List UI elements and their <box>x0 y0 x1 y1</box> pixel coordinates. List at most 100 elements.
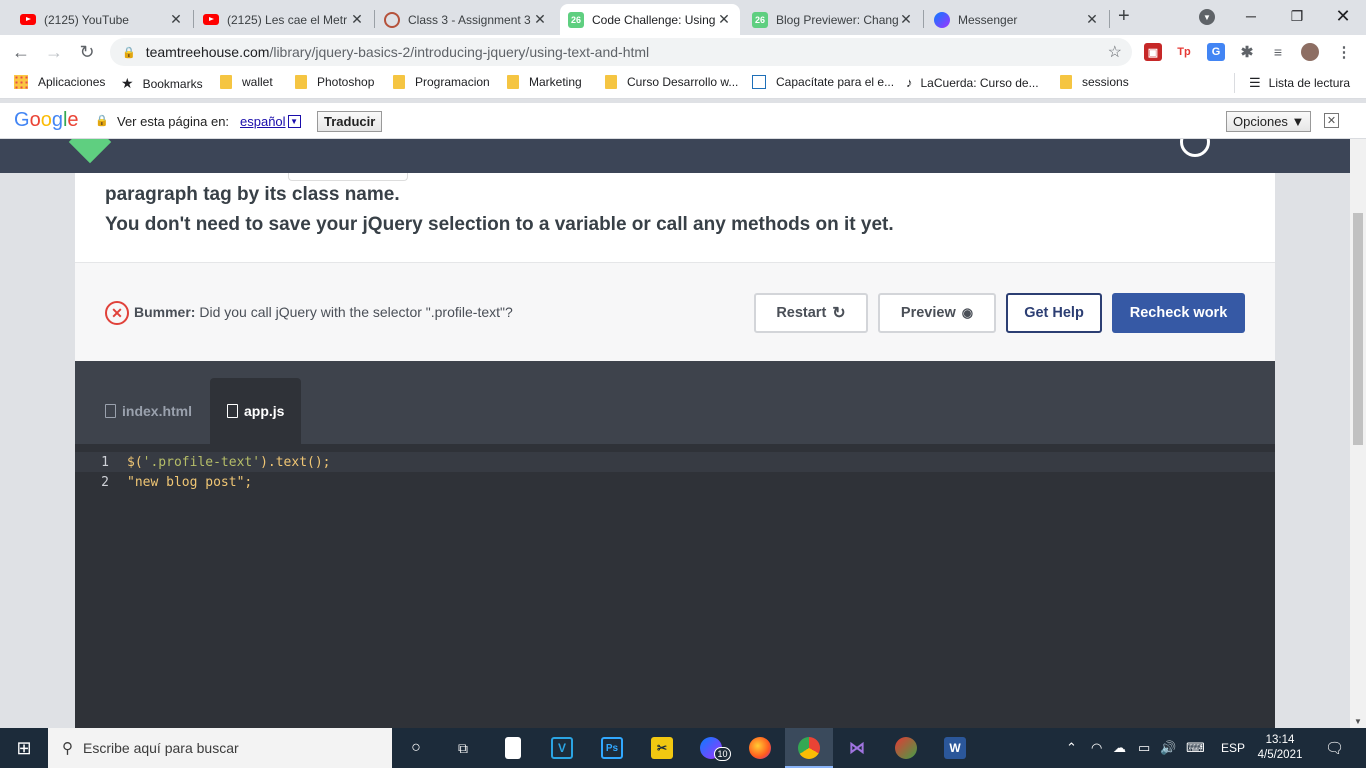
close-icon[interactable]: ✕ <box>716 11 732 28</box>
bookmark-folder-marketing[interactable]: Marketing <box>507 75 582 89</box>
bookmark-apps[interactable]: Aplicaciones <box>14 75 105 89</box>
tray-chevron-up-icon[interactable]: ⌃ <box>1066 728 1077 768</box>
battery-icon[interactable]: ▭ <box>1138 728 1150 768</box>
address-bar[interactable]: 🔒 teamtreehouse.com /library/jquery-basi… <box>110 38 1132 66</box>
tab-title: (2125) YouTube <box>44 12 129 27</box>
restart-button[interactable]: Restart ↻ <box>754 293 868 333</box>
treehouse-logo[interactable] <box>68 139 112 164</box>
profile-avatar[interactable] <box>1301 43 1319 61</box>
snipping-tool-icon[interactable]: ✂ <box>651 737 673 759</box>
task-view-icon[interactable]: ⧉ <box>452 737 474 759</box>
lock-icon: 🔒 <box>122 46 136 59</box>
tab-index-html[interactable]: index.html <box>105 378 192 444</box>
reload-icon[interactable]: ↻ <box>75 40 99 64</box>
wifi-icon[interactable]: ◠ <box>1091 728 1102 768</box>
bookmark-bookmarks[interactable]: ★ Bookmarks <box>121 75 203 92</box>
puzzle-extensions-icon[interactable]: ✱ <box>1238 43 1256 61</box>
notification-badge: 10 <box>714 747 731 761</box>
taskbar-search[interactable]: ⚲ Escribe aquí para buscar <box>48 728 392 768</box>
get-help-button[interactable]: Get Help <box>1006 293 1102 333</box>
challenge-status-bar: ✕ Bummer: Did you call jQuery with the s… <box>75 262 1275 361</box>
word-icon[interactable]: W <box>944 737 966 759</box>
bookmark-lacuerda[interactable]: ♪ LaCuerda: Curso de... <box>906 75 1039 90</box>
bookmark-folder-photoshop[interactable]: Photoshop <box>295 75 374 89</box>
site-nav <box>0 139 1350 173</box>
cortana-icon[interactable]: ○ <box>405 737 427 759</box>
translate-button[interactable]: Traducir <box>317 111 383 132</box>
bookmarks-bar: Aplicaciones ★ Bookmarks wallet Photosho… <box>0 69 1366 99</box>
code-line[interactable]: 1 $('.profile-text').text(); <box>75 452 1275 472</box>
menu-kebab-icon[interactable]: ⋮ <box>1335 43 1353 61</box>
tab-code-challenge[interactable]: 26 Code Challenge: Using ✕ <box>560 4 740 35</box>
close-icon[interactable]: ✕ <box>349 11 365 28</box>
photoshop-icon[interactable]: Ps <box>601 737 623 759</box>
scrollbar-thumb[interactable] <box>1353 213 1363 445</box>
close-icon[interactable]: ✕ <box>1324 113 1339 128</box>
close-window-button[interactable]: ✕ <box>1320 0 1366 32</box>
bookmark-folder-curso[interactable]: Curso Desarrollo w... <box>605 75 738 89</box>
tab-title: Blog Previewer: Chang <box>776 12 898 27</box>
visual-studio-icon[interactable]: ⋈ <box>846 737 868 759</box>
messenger-icon <box>934 11 950 28</box>
clock[interactable]: 13:14 4/5/2021 <box>1254 728 1306 768</box>
tab-app-js[interactable]: app.js <box>210 378 301 444</box>
status-label: Bummer: <box>134 304 196 320</box>
tab-youtube[interactable]: (2125) YouTube ✕ <box>12 4 192 35</box>
avatar[interactable] <box>1180 139 1210 157</box>
chrome-icon <box>798 737 820 759</box>
keyboard-icon[interactable]: ⌨ <box>1186 728 1205 768</box>
new-tab-button[interactable]: + <box>1118 5 1130 28</box>
input-language[interactable]: ESP <box>1221 728 1245 768</box>
cloud-icon[interactable]: ☁ <box>1113 728 1126 768</box>
folder-icon <box>1060 75 1072 89</box>
code-line[interactable]: 2 "new blog post"; <box>75 472 1275 492</box>
tab-search-icon[interactable]: ▼ <box>1199 9 1215 25</box>
app-icon[interactable] <box>895 737 917 759</box>
forward-arrow-icon[interactable]: → <box>42 40 66 64</box>
guitar-icon: ♪ <box>906 75 913 90</box>
volume-icon[interactable]: 🔊 <box>1160 728 1176 768</box>
firefox-icon[interactable] <box>749 737 771 759</box>
instruction-line-1: paragraph tag by its class name. <box>105 184 400 205</box>
chevron-down-icon: ▼ <box>287 115 301 128</box>
page-scrollbar[interactable]: ▼ <box>1350 139 1366 728</box>
close-icon[interactable]: ✕ <box>1084 11 1100 28</box>
preview-button[interactable]: Preview ◉ <box>878 293 996 333</box>
bookmark-folder-sessions[interactable]: sessions <box>1060 75 1129 89</box>
close-icon[interactable]: ✕ <box>168 11 184 28</box>
folder-icon <box>507 75 519 89</box>
close-icon[interactable]: ✕ <box>532 11 548 28</box>
back-arrow-icon[interactable]: ← <box>9 40 33 64</box>
options-button[interactable]: Opciones ▼ <box>1226 111 1312 132</box>
media-control-icon[interactable]: ≡ <box>1269 43 1287 61</box>
minimize-button[interactable]: ─ <box>1228 0 1274 32</box>
bookmark-capacitate[interactable]: Capacítate para el e... <box>752 75 894 89</box>
windows-start-icon[interactable]: ⊞ <box>13 737 35 759</box>
tp-extension-icon[interactable]: Tp <box>1175 43 1193 61</box>
code-text: $('.profile-text').text(); <box>127 454 331 470</box>
url-host: teamtreehouse.com <box>145 44 270 60</box>
tab-assignment[interactable]: Class 3 - Assignment 3 ✕ <box>376 4 556 35</box>
apps-grid-icon <box>14 75 28 89</box>
tab-blog-previewer[interactable]: 26 Blog Previewer: Chang ✕ <box>744 4 922 35</box>
maximize-button[interactable]: ❐ <box>1274 0 1320 32</box>
bookmark-star-icon[interactable]: ☆ <box>1108 42 1122 62</box>
bookmark-folder-wallet[interactable]: wallet <box>220 75 273 89</box>
file-icon <box>227 404 238 418</box>
notifications-icon[interactable]: 🗨 <box>1325 728 1344 768</box>
vectr-icon[interactable]: V <box>551 737 573 759</box>
close-icon[interactable]: ✕ <box>898 11 914 28</box>
line-number: 2 <box>101 474 109 490</box>
reading-list[interactable]: ☰ Lista de lectura <box>1249 75 1350 91</box>
reading-list-icon: ☰ <box>1249 75 1261 90</box>
tab-messenger[interactable]: Messenger ✕ <box>926 4 1108 35</box>
recheck-work-button[interactable]: Recheck work <box>1112 293 1245 333</box>
notepad-icon[interactable] <box>505 737 521 759</box>
bookmark-folder-programacion[interactable]: Programacion <box>393 75 490 89</box>
chrome-taskbar-button[interactable] <box>785 728 833 768</box>
translate-extension-icon[interactable]: G <box>1207 43 1225 61</box>
extension-icon[interactable]: ▣ <box>1144 43 1162 61</box>
language-select[interactable]: español ▼ <box>240 114 301 129</box>
tab-youtube-2[interactable]: (2125) Les cae el Metr ✕ <box>195 4 373 35</box>
scroll-down-arrow-icon[interactable]: ▼ <box>1354 717 1362 726</box>
